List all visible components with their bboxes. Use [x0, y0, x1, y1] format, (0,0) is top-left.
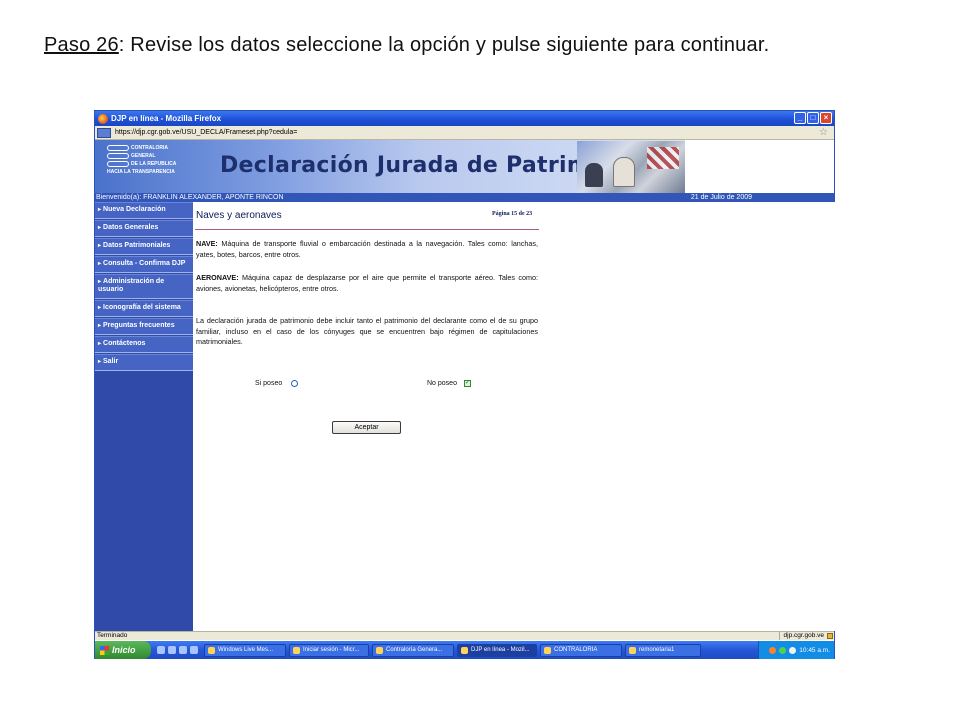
accept-button[interactable]: Aceptar — [332, 421, 401, 434]
windows-taskbar: Inicio Windows Live Mes... Iniciar sesió… — [95, 641, 834, 659]
firefox-icon — [98, 113, 108, 124]
instruction-text: : Revise los datos seleccione la opción … — [118, 34, 770, 56]
task-icon — [293, 646, 300, 654]
status-bar: Terminado djp.cgr.gob.ve — [95, 631, 834, 640]
page-indicator: Página 15 de 23 — [492, 211, 533, 217]
key-icon — [107, 160, 129, 167]
task-icon — [629, 646, 636, 654]
window-titlebar[interactable]: DJP en línea - Mozilla Firefox _ □ × — [95, 111, 834, 126]
task-label: Iniciar sesión - Micr... — [303, 646, 360, 653]
key-icon — [107, 152, 129, 159]
option-yes-radio[interactable] — [291, 380, 298, 387]
task-item[interactable]: CONTRALORIA — [540, 643, 622, 657]
sidebar-item-iconografia[interactable]: Iconografía del sistema — [95, 300, 193, 317]
task-label: Windows Live Mes... — [218, 646, 274, 653]
task-icon — [544, 646, 551, 654]
aeronave-text: Máquina capaz de desplazarse por el aire… — [196, 273, 538, 293]
start-button[interactable]: Inicio — [95, 641, 151, 659]
task-item[interactable]: Contraloría Genera... — [372, 643, 454, 657]
quick-launch-icon[interactable] — [168, 646, 176, 654]
tray-icon[interactable] — [769, 646, 777, 654]
lock-icon[interactable] — [827, 633, 833, 639]
banner-photo — [577, 141, 685, 193]
quick-launch-icon[interactable] — [179, 646, 187, 654]
clock[interactable]: 10:45 a.m. — [799, 647, 830, 654]
quick-launch-icon[interactable] — [157, 646, 165, 654]
quick-launch-icon[interactable] — [190, 646, 198, 654]
quick-launch — [157, 646, 198, 654]
step-label: Paso 26 — [44, 34, 119, 56]
task-label: remonetaria1 — [639, 646, 675, 653]
logo-line: HACIA LA TRANSPARENCIA — [107, 169, 175, 175]
logo-line: GENERAL — [131, 153, 156, 159]
option-no-label: No poseo — [427, 380, 457, 387]
task-icon — [461, 646, 468, 654]
bookmark-star-icon[interactable]: ☆ — [819, 127, 828, 138]
nave-term: NAVE: — [196, 239, 218, 248]
title-divider — [195, 229, 539, 230]
logo-line: CONTRALORIA — [131, 145, 168, 151]
slide-instruction: Paso 26: Revise los datos seleccione la … — [44, 34, 769, 57]
task-item[interactable]: Iniciar sesión - Micr... — [289, 643, 369, 657]
sidebar-item-administracion[interactable]: Administración de usuario — [95, 274, 193, 299]
nave-definition: NAVE: Máquina de transporte fluvial o em… — [196, 239, 538, 260]
windows-flag-icon — [100, 645, 109, 655]
minimize-button[interactable]: _ — [794, 112, 806, 124]
sidebar-item-datos-generales[interactable]: Datos Generales — [95, 220, 193, 237]
system-tray: 10:45 a.m. — [758, 641, 834, 659]
task-item-active[interactable]: DJP en línea - Mozil... — [457, 643, 537, 657]
task-icon — [208, 646, 215, 654]
window-title: DJP en línea - Mozilla Firefox — [111, 114, 222, 123]
main-content: Naves y aeronaves Página 15 de 23 NAVE: … — [193, 202, 835, 631]
task-item[interactable]: remonetaria1 — [625, 643, 701, 657]
patrimony-note: La declaración jurada de patrimonio debe… — [196, 316, 538, 346]
site-icon — [97, 127, 111, 138]
sidebar-item-nueva-declaracion[interactable]: Nueva Declaración — [95, 202, 193, 219]
welcome-user: Bienvenido(a): FRANKLIN ALEXANDER, APONT… — [96, 194, 284, 201]
tray-icon[interactable] — [789, 646, 797, 654]
maximize-button[interactable]: □ — [807, 112, 819, 124]
task-item[interactable]: Windows Live Mes... — [204, 643, 286, 657]
welcome-date: 21 de Julio de 2009 — [690, 194, 752, 201]
task-label: CONTRALORIA — [554, 646, 598, 653]
nave-text: Máquina de transporte fluvial o embarcac… — [196, 239, 538, 259]
sidebar-item-preguntas[interactable]: Preguntas frecuentes — [95, 318, 193, 335]
window-controls: _ □ × — [794, 112, 832, 124]
key-icon — [107, 144, 129, 151]
status-domain: djp.cgr.gob.ve — [778, 632, 824, 640]
sidebar-nav: Nueva Declaración Datos Generales Datos … — [95, 202, 193, 631]
sidebar-item-datos-patrimoniales[interactable]: Datos Patrimoniales — [95, 238, 193, 255]
task-icon — [376, 646, 383, 654]
option-no-checkbox[interactable]: ✓ — [464, 380, 471, 387]
aeronave-definition: AERONAVE: Máquina capaz de desplazarse p… — [196, 273, 538, 294]
sidebar-item-salir[interactable]: Salir — [95, 354, 193, 371]
sidebar-item-contactenos[interactable]: Contáctenos — [95, 336, 193, 353]
task-label: Contraloría Genera... — [386, 646, 443, 653]
sidebar-item-consulta[interactable]: Consulta - Confirma DJP — [95, 256, 193, 273]
task-label: DJP en línea - Mozil... — [471, 646, 530, 653]
browser-window: DJP en línea - Mozilla Firefox _ □ × htt… — [94, 110, 835, 659]
start-label: Inicio — [112, 645, 136, 655]
url-text[interactable]: https://djp.cgr.gob.ve/USU_DECLA/Framese… — [115, 129, 297, 136]
page-title: Naves y aeronaves — [196, 210, 282, 221]
option-yes-label: Si poseo — [255, 380, 283, 387]
status-text: Terminado — [97, 632, 128, 639]
welcome-bar: Bienvenido(a): FRANKLIN ALEXANDER, APONT… — [95, 193, 834, 202]
logo-line: DE LA REPUBLICA — [131, 161, 177, 167]
close-button[interactable]: × — [820, 112, 832, 124]
site-banner: CONTRALORIA GENERAL DE LA REPUBLICA HACI… — [95, 140, 834, 193]
contraloria-logo: CONTRALORIA GENERAL DE LA REPUBLICA HACI… — [107, 144, 197, 176]
aeronave-term: AERONAVE: — [196, 273, 239, 282]
tray-icon[interactable] — [779, 646, 787, 654]
address-bar[interactable]: https://djp.cgr.gob.ve/USU_DECLA/Framese… — [95, 126, 834, 140]
